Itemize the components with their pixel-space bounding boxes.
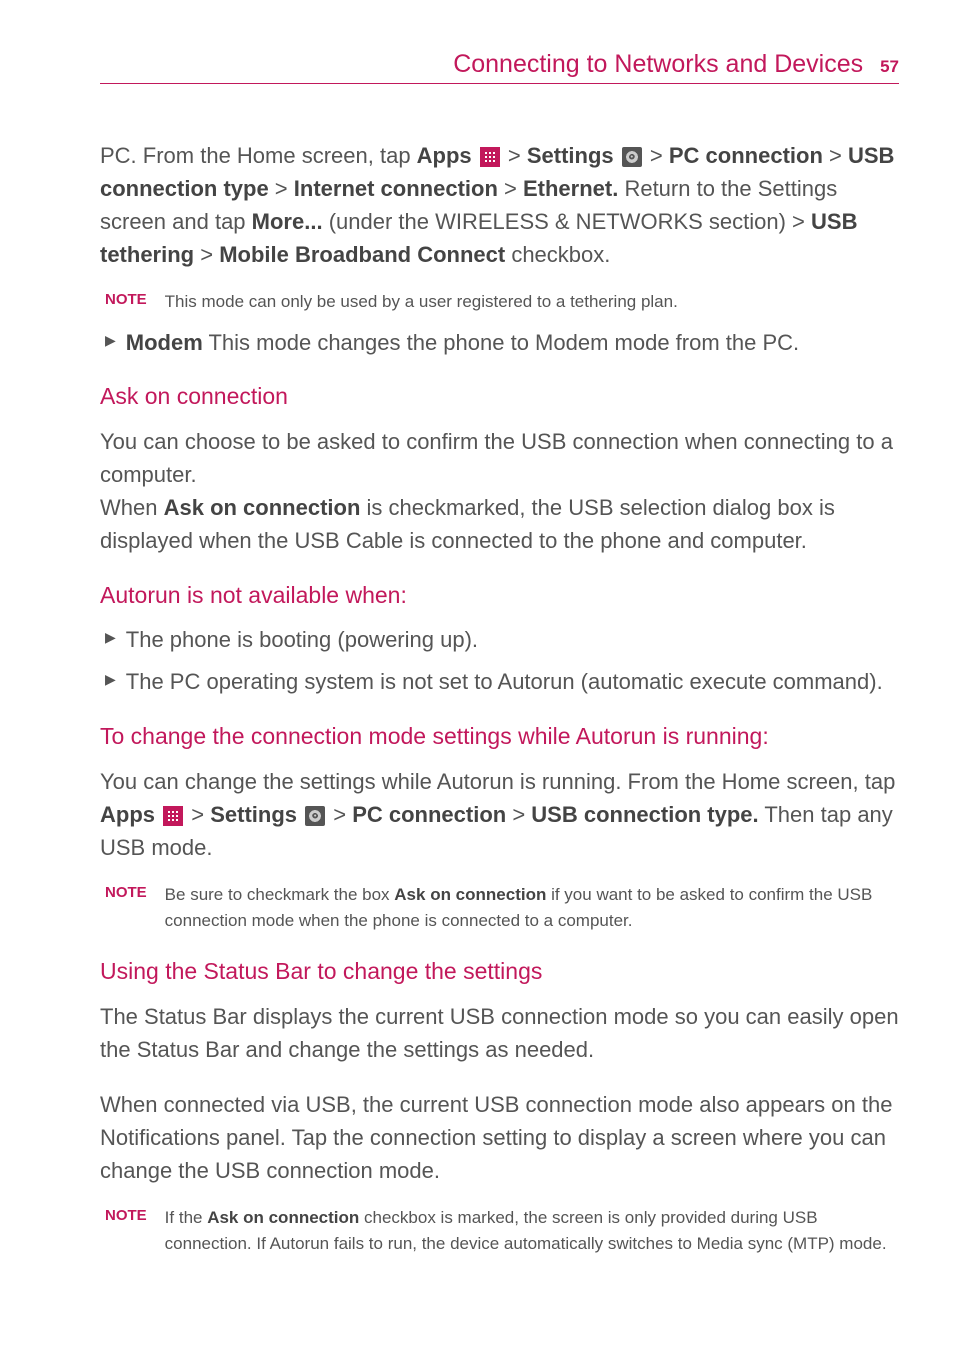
text: When [100, 495, 164, 520]
header-title-row: Connecting to Networks and Devices 57 [100, 50, 899, 79]
bullet-arrow-icon: ▶ [105, 327, 116, 349]
bullet-autorun-1: ▶ The phone is booting (powering up). [105, 624, 899, 656]
bullet-text: The PC operating system is not set to Au… [126, 666, 883, 698]
mobile-broadband-label: Mobile Broadband Connect [219, 242, 505, 267]
settings-icon [305, 806, 325, 826]
page-header: Connecting to Networks and Devices 57 [100, 50, 899, 84]
note-tethering: NOTE This mode can only be used by a use… [105, 289, 899, 315]
note-label: NOTE [105, 289, 147, 308]
header-title: Connecting to Networks and Devices [453, 50, 863, 78]
text: (under the WIRELESS & NETWORKS section) … [323, 209, 811, 234]
ask-para-2: When Ask on connection is checkmarked, t… [100, 491, 899, 557]
text: > [185, 802, 210, 827]
settings-label: Settings [527, 143, 614, 168]
internet-connection-label: Internet connection [294, 176, 498, 201]
text: > [498, 176, 523, 201]
bullet-modem: ▶ Modem This mode changes the phone to M… [105, 327, 899, 359]
note-autorun-fail: NOTE If the Ask on connection checkbox i… [105, 1205, 899, 1256]
note-text: Be sure to checkmark the box Ask on conn… [165, 882, 899, 933]
ask-on-connection-label: Ask on connection [394, 885, 546, 904]
apps-icon [163, 806, 183, 826]
modem-label: Modem [126, 330, 203, 355]
text: > [194, 242, 219, 267]
text: > [327, 802, 352, 827]
status-para-1: The Status Bar displays the current USB … [100, 1000, 899, 1066]
bullet-autorun-2: ▶ The PC operating system is not set to … [105, 666, 899, 698]
heading-autorun: Autorun is not available when: [100, 582, 899, 609]
text: checkbox. [505, 242, 610, 267]
note-label: NOTE [105, 882, 147, 901]
bullet-text: Modem This mode changes the phone to Mod… [126, 327, 799, 359]
note-text: If the Ask on connection checkbox is mar… [165, 1205, 899, 1256]
heading-status-bar: Using the Status Bar to change the setti… [100, 958, 899, 985]
apps-icon [480, 147, 500, 167]
usb-type-label: USB connection type. [531, 802, 758, 827]
text: > [269, 176, 294, 201]
ethernet-label: Ethernet. [523, 176, 618, 201]
note-label: NOTE [105, 1205, 147, 1224]
text: > [823, 143, 848, 168]
heading-ask-on-connection: Ask on connection [100, 383, 899, 410]
note-ask-on-connection: NOTE Be sure to checkmark the box Ask on… [105, 882, 899, 933]
more-label: More... [252, 209, 323, 234]
ask-on-connection-label: Ask on connection [207, 1208, 359, 1227]
text: > [502, 143, 527, 168]
text: If the [165, 1208, 208, 1227]
settings-icon [622, 147, 642, 167]
apps-label: Apps [100, 802, 155, 827]
text: You can change the settings while Autoru… [100, 769, 895, 794]
intro-paragraph: PC. From the Home screen, tap Apps > Set… [100, 139, 899, 271]
ask-on-connection-label: Ask on connection [164, 495, 361, 520]
page-number: 57 [880, 57, 899, 76]
text: > [644, 143, 669, 168]
settings-label: Settings [210, 802, 297, 827]
pc-connection-label: PC connection [352, 802, 506, 827]
bullet-arrow-icon: ▶ [105, 666, 116, 688]
bullet-text: The phone is booting (powering up). [126, 624, 478, 656]
text: Be sure to checkmark the box [165, 885, 395, 904]
apps-label: Apps [417, 143, 472, 168]
text: > [506, 802, 531, 827]
status-para-2: When connected via USB, the current USB … [100, 1088, 899, 1187]
ask-para-1: You can choose to be asked to confirm th… [100, 425, 899, 491]
heading-change-mode: To change the connection mode settings w… [100, 723, 899, 750]
note-text: This mode can only be used by a user reg… [165, 289, 678, 315]
text: PC. From the Home screen, tap [100, 143, 417, 168]
text: This mode changes the phone to Modem mod… [203, 330, 799, 355]
change-mode-para: You can change the settings while Autoru… [100, 765, 899, 864]
pc-connection-label: PC connection [669, 143, 823, 168]
bullet-arrow-icon: ▶ [105, 624, 116, 646]
